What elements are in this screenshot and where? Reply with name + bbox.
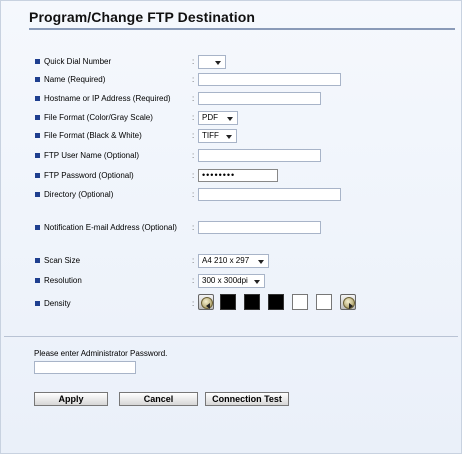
bullet-icon bbox=[35, 115, 40, 120]
bullet-icon bbox=[35, 96, 40, 101]
density-level-5[interactable] bbox=[316, 294, 332, 310]
connection-test-button[interactable]: Connection Test bbox=[205, 392, 289, 406]
density-darker-button[interactable] bbox=[340, 294, 356, 310]
colon: : bbox=[192, 190, 195, 199]
hostname-label: Hostname or IP Address (Required) bbox=[44, 94, 171, 103]
file-format-bw-row: File Format (Black & White) : TIFF bbox=[1, 129, 462, 143]
colon: : bbox=[192, 151, 195, 160]
bullet-icon bbox=[35, 77, 40, 82]
file-format-bw-value: TIFF bbox=[202, 131, 219, 140]
ftp-password-label: FTP Password (Optional) bbox=[44, 171, 134, 180]
density-label: Density bbox=[44, 299, 71, 308]
ftp-destination-panel: Program/Change FTP Destination Quick Dia… bbox=[0, 0, 462, 454]
bullet-icon bbox=[35, 133, 40, 138]
colon: : bbox=[192, 57, 195, 66]
bullet-icon bbox=[35, 173, 40, 178]
resolution-label: Resolution bbox=[44, 276, 82, 285]
ftp-password-row: FTP Password (Optional) : •••••••• bbox=[1, 169, 462, 183]
file-format-bw-select[interactable]: TIFF bbox=[198, 129, 237, 143]
bullet-icon bbox=[35, 153, 40, 158]
scan-size-row: Scan Size : A4 210 x 297 bbox=[1, 254, 462, 268]
chevron-down-icon bbox=[226, 135, 232, 139]
directory-input[interactable] bbox=[198, 188, 341, 201]
bullet-icon bbox=[35, 301, 40, 306]
chevron-down-icon bbox=[258, 260, 264, 264]
density-row: Density : bbox=[1, 294, 462, 311]
density-level-4[interactable] bbox=[292, 294, 308, 310]
quick-dial-select[interactable] bbox=[198, 55, 226, 69]
admin-password-label: Please enter Administrator Password. bbox=[34, 349, 168, 358]
chevron-down-icon bbox=[254, 280, 260, 284]
bullet-icon bbox=[35, 278, 40, 283]
scan-size-label: Scan Size bbox=[44, 256, 81, 265]
name-row: Name (Required) : bbox=[1, 73, 462, 87]
quick-dial-row: Quick Dial Number : bbox=[1, 55, 462, 69]
file-format-color-row: File Format (Color/Gray Scale) : PDF bbox=[1, 111, 462, 125]
directory-row: Directory (Optional) : bbox=[1, 188, 462, 202]
bullet-icon bbox=[35, 59, 40, 64]
chevron-down-icon bbox=[227, 117, 233, 121]
section-divider bbox=[4, 336, 458, 337]
density-increase-icon bbox=[343, 297, 355, 309]
cancel-button[interactable]: Cancel bbox=[119, 392, 198, 406]
bullet-icon bbox=[35, 225, 40, 230]
directory-label: Directory (Optional) bbox=[44, 190, 114, 199]
ftp-password-input[interactable]: •••••••• bbox=[198, 169, 278, 182]
density-decrease-icon bbox=[201, 297, 213, 309]
file-format-color-select[interactable]: PDF bbox=[198, 111, 238, 125]
bullet-icon bbox=[35, 258, 40, 263]
chevron-down-icon bbox=[215, 61, 221, 65]
ftp-user-row: FTP User Name (Optional) : bbox=[1, 149, 462, 163]
scan-size-select[interactable]: A4 210 x 297 bbox=[198, 254, 269, 268]
title-divider bbox=[29, 28, 455, 30]
ftp-user-input[interactable] bbox=[198, 149, 321, 162]
colon: : bbox=[192, 171, 195, 180]
notification-email-row: Notification E-mail Address (Optional) : bbox=[1, 221, 462, 235]
colon: : bbox=[192, 94, 195, 103]
scan-size-value: A4 210 x 297 bbox=[202, 256, 250, 265]
density-level-1[interactable] bbox=[220, 294, 236, 310]
file-format-bw-label: File Format (Black & White) bbox=[44, 131, 142, 140]
admin-password-input[interactable] bbox=[34, 361, 136, 374]
name-input[interactable] bbox=[198, 73, 341, 86]
hostname-input[interactable] bbox=[198, 92, 321, 105]
notification-email-label: Notification E-mail Address (Optional) bbox=[44, 223, 177, 232]
resolution-row: Resolution : 300 x 300dpi bbox=[1, 274, 462, 288]
colon: : bbox=[192, 223, 195, 232]
notification-email-input[interactable] bbox=[198, 221, 321, 234]
quick-dial-label: Quick Dial Number bbox=[44, 57, 112, 66]
file-format-color-label: File Format (Color/Gray Scale) bbox=[44, 113, 153, 122]
colon: : bbox=[192, 113, 195, 122]
colon: : bbox=[192, 75, 195, 84]
colon: : bbox=[192, 276, 195, 285]
file-format-color-value: PDF bbox=[202, 113, 218, 122]
density-level-3[interactable] bbox=[268, 294, 284, 310]
colon: : bbox=[192, 299, 195, 308]
apply-button[interactable]: Apply bbox=[34, 392, 108, 406]
bullet-icon bbox=[35, 192, 40, 197]
name-label: Name (Required) bbox=[44, 75, 106, 84]
resolution-value: 300 x 300dpi bbox=[202, 276, 248, 285]
page-title: Program/Change FTP Destination bbox=[29, 9, 255, 25]
colon: : bbox=[192, 256, 195, 265]
hostname-row: Hostname or IP Address (Required) : bbox=[1, 92, 462, 106]
density-level-2[interactable] bbox=[244, 294, 260, 310]
colon: : bbox=[192, 131, 195, 140]
ftp-user-label: FTP User Name (Optional) bbox=[44, 151, 139, 160]
density-lighter-button[interactable] bbox=[198, 294, 214, 310]
resolution-select[interactable]: 300 x 300dpi bbox=[198, 274, 265, 288]
